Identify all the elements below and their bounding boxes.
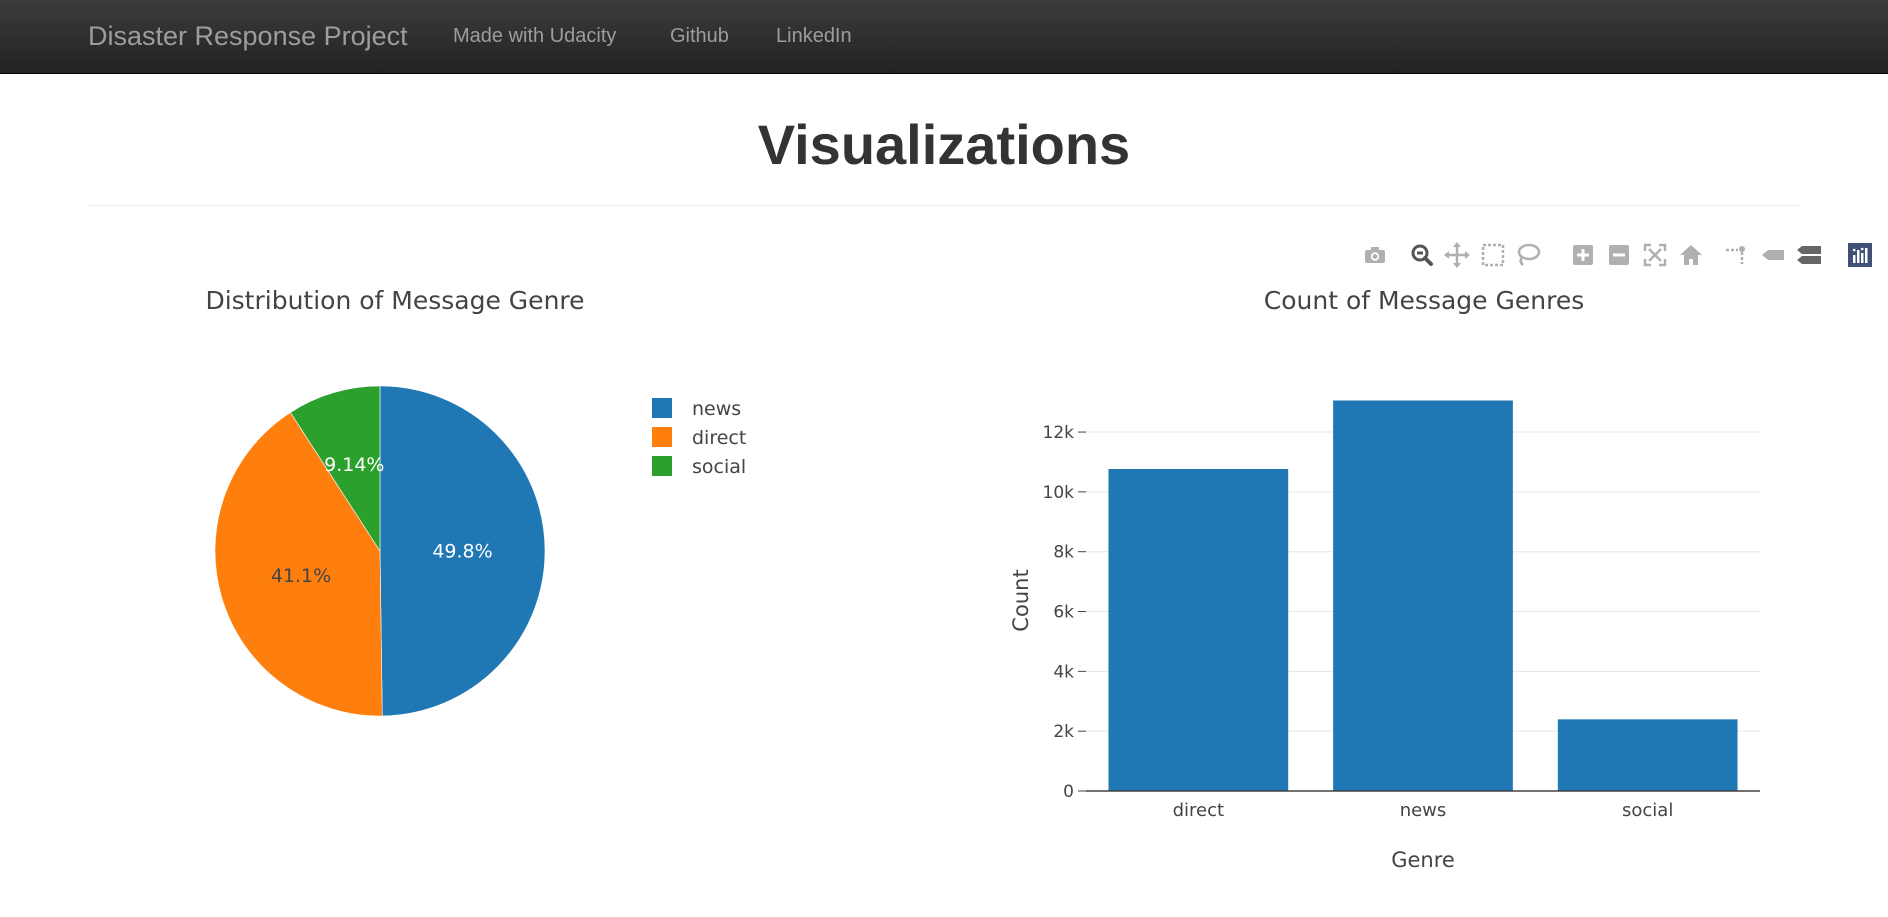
x-tick-label: direct [1173,800,1224,821]
hover-closest-icon[interactable] [1758,240,1788,270]
nav-link-linkedin[interactable]: LinkedIn [776,25,852,48]
pan-icon[interactable] [1442,240,1472,270]
x-axis-title: Genre [1391,848,1455,872]
lasso-select-icon[interactable] [1513,240,1543,270]
navbar: Disaster Response Project Made with Udac… [0,0,1888,74]
y-axis-title: Count [1009,569,1033,631]
page-title: Visualizations [757,113,1131,176]
hover-compare-icon[interactable] [1794,240,1824,270]
plotly-logo-icon[interactable] [1845,240,1875,270]
x-tick-label: social [1622,800,1673,821]
pie-chart-title: Distribution of Message Genre [205,286,585,315]
legend-swatch-social [652,456,672,476]
modebar [1360,240,1880,272]
camera-icon[interactable] [1360,240,1390,270]
legend-label-news: news [692,398,741,420]
legend-swatch-direct [652,427,672,447]
pie-slice-label-news: 49.8% [432,540,492,562]
bar-social [1557,719,1738,791]
pie-slice-label-direct: 41.1% [271,565,331,587]
legend-swatch-news [652,398,672,418]
pie-chart: 49.8% 41.1% 9.14% news direct social [214,385,746,717]
zoom-in-icon[interactable] [1568,240,1598,270]
legend-label-direct: direct [692,427,746,449]
bar-direct [1108,468,1289,791]
y-tick-label: 4k [1053,662,1074,682]
zoom-out-icon[interactable] [1604,240,1634,270]
x-tick-label: news [1400,800,1447,821]
y-tick-label: 0 [1063,782,1074,802]
y-tick-label: 6k [1053,603,1074,623]
y-tick-label: 2k [1053,722,1074,742]
pie-slice-label-social: 9.14% [324,454,384,476]
spike-lines-icon[interactable] [1722,240,1752,270]
nav-link-github[interactable]: Github [670,25,729,48]
zoom-icon[interactable] [1407,240,1437,270]
y-tick-label: 12k [1043,423,1075,443]
divider [88,205,1800,206]
nav-link-udacity[interactable]: Made with Udacity [453,25,616,48]
bar-news [1333,400,1513,791]
y-tick-label: 10k [1043,483,1075,503]
reset-axes-icon[interactable] [1676,240,1706,270]
bar-chart: 0 2k 4k 6k 8k 10k 12k direct news social Genre Coun… [1009,400,1760,872]
bar-chart-title: Count of Message Genres [1263,286,1585,315]
legend-label-social: social [692,456,746,478]
brand-link[interactable]: Disaster Response Project [88,21,408,52]
y-tick-label: 8k [1053,543,1074,563]
autoscale-icon[interactable] [1640,240,1670,270]
box-select-icon[interactable] [1478,240,1508,270]
